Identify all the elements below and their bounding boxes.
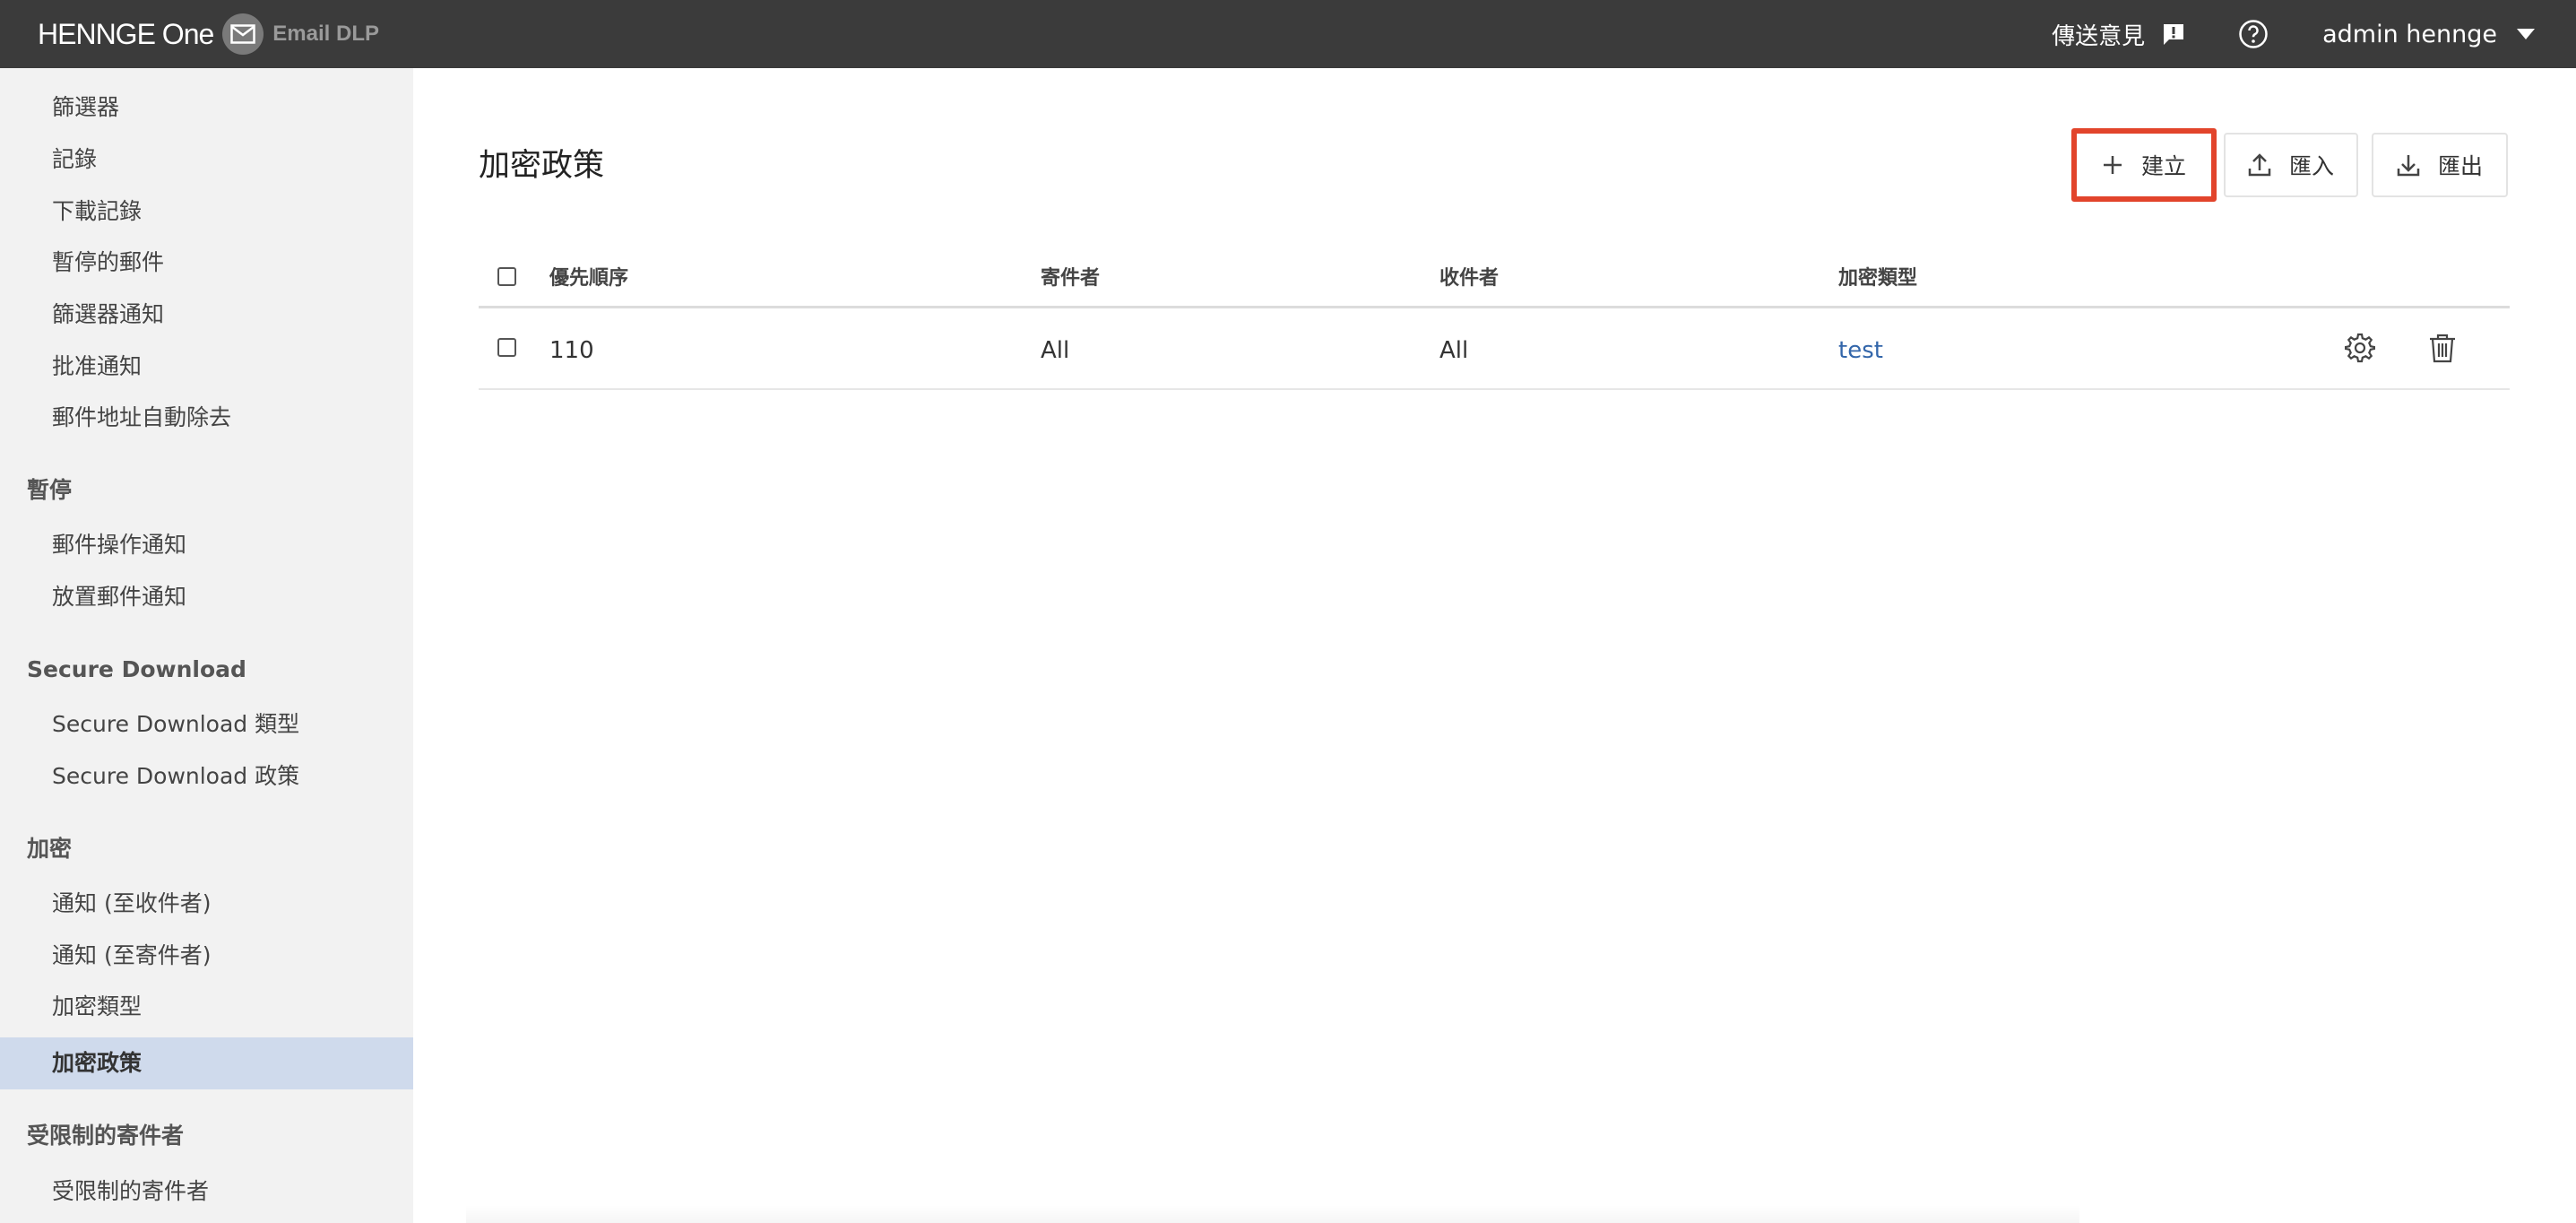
sidebar-item-approval-notifications[interactable]: 批准通知 bbox=[52, 353, 142, 380]
sidebar-group-hold: 暫停 bbox=[27, 477, 73, 503]
caret-down-icon bbox=[2517, 29, 2535, 39]
help-icon[interactable] bbox=[2238, 19, 2269, 49]
sidebar-item-filter-notifications[interactable]: 篩選器通知 bbox=[52, 301, 164, 328]
table-row[interactable]: 110 All All test bbox=[479, 308, 2510, 390]
column-header-priority[interactable]: 優先順序 bbox=[549, 265, 628, 292]
top-bar: HENNGE One Email DLP 傳送意見 admin hennge bbox=[0, 0, 2576, 68]
row-sender: All bbox=[1041, 337, 1070, 364]
sidebar-item-notify-senders[interactable]: 通知 (至寄件者) bbox=[52, 942, 211, 969]
sidebar-item-encryption-types[interactable]: 加密類型 bbox=[52, 993, 142, 1020]
sidebar-item-secure-download-policies[interactable]: Secure Download 政策 bbox=[52, 763, 299, 790]
sidebar-item-secure-download-types[interactable]: Secure Download 類型 bbox=[52, 711, 299, 738]
user-menu[interactable]: admin hennge bbox=[2322, 21, 2535, 48]
import-button[interactable]: 匯入 bbox=[2224, 133, 2358, 197]
product-name: Email DLP bbox=[272, 22, 379, 46]
create-button-label: 建立 bbox=[2140, 153, 2186, 179]
sidebar-item-auto-address-removal[interactable]: 郵件地址自動除去 bbox=[52, 404, 231, 431]
mail-icon bbox=[222, 13, 264, 55]
brand-logo[interactable]: HENNGE One Email DLP bbox=[38, 0, 379, 68]
export-button[interactable]: 匯出 bbox=[2372, 133, 2508, 197]
row-encryption-type-link[interactable]: test bbox=[1838, 335, 1883, 366]
trash-icon[interactable] bbox=[2429, 333, 2456, 363]
feedback-icon bbox=[2161, 22, 2186, 47]
sidebar-item-hold-mail-notifications[interactable]: 放置郵件通知 bbox=[52, 584, 186, 611]
sidebar-item-filters[interactable]: 篩選器 bbox=[52, 94, 119, 121]
sidebar-item-mail-action-notifications[interactable]: 郵件操作通知 bbox=[52, 532, 186, 559]
select-all-checkbox[interactable] bbox=[497, 267, 516, 286]
sidebar-item-download-logs[interactable]: 下載記錄 bbox=[52, 198, 142, 225]
row-priority: 110 bbox=[549, 337, 594, 364]
create-button[interactable]: 建立 bbox=[2071, 128, 2217, 202]
user-name: admin hennge bbox=[2322, 20, 2497, 48]
sidebar-group-secure-download: Secure Download bbox=[27, 656, 246, 682]
import-button-label: 匯入 bbox=[2288, 153, 2334, 179]
plus-icon bbox=[2102, 154, 2123, 176]
sidebar-item-held-mails[interactable]: 暫停的郵件 bbox=[52, 249, 164, 276]
sidebar-item-notify-recipients[interactable]: 通知 (至收件者) bbox=[52, 890, 211, 917]
column-header-recipient[interactable]: 收件者 bbox=[1439, 265, 1499, 292]
page-title: 加密政策 bbox=[479, 148, 605, 184]
sidebar: 篩選器 記錄 下載記錄 暫停的郵件 篩選器通知 批准通知 郵件地址自動除去 暫停… bbox=[0, 68, 413, 1223]
export-button-label: 匯出 bbox=[2437, 153, 2483, 179]
feedback-button[interactable]: 傳送意見 bbox=[2052, 18, 2186, 51]
row-checkbox[interactable] bbox=[497, 338, 516, 357]
column-header-encryption-type[interactable]: 加密類型 bbox=[1838, 265, 1917, 292]
bottom-shadow bbox=[466, 1205, 2079, 1223]
sidebar-group-encryption: 加密 bbox=[27, 836, 73, 862]
column-header-sender[interactable]: 寄件者 bbox=[1041, 265, 1100, 292]
row-recipient: All bbox=[1439, 337, 1469, 364]
sidebar-group-restricted-senders: 受限制的寄件者 bbox=[27, 1123, 185, 1149]
sidebar-item-logs[interactable]: 記錄 bbox=[52, 146, 97, 173]
sidebar-item-encryption-policies[interactable]: 加密政策 bbox=[52, 1050, 142, 1077]
upload-icon bbox=[2248, 152, 2271, 178]
sidebar-item-restricted-senders[interactable]: 受限制的寄件者 bbox=[52, 1178, 209, 1205]
download-icon bbox=[2397, 152, 2420, 178]
policies-table: 優先順序 寄件者 收件者 加密類型 110 All All test bbox=[479, 251, 2510, 390]
table-header: 優先順序 寄件者 收件者 加密類型 bbox=[479, 251, 2510, 308]
feedback-label: 傳送意見 bbox=[2052, 22, 2146, 50]
gear-icon[interactable] bbox=[2345, 333, 2375, 363]
brand-name: HENNGE One bbox=[38, 17, 214, 50]
